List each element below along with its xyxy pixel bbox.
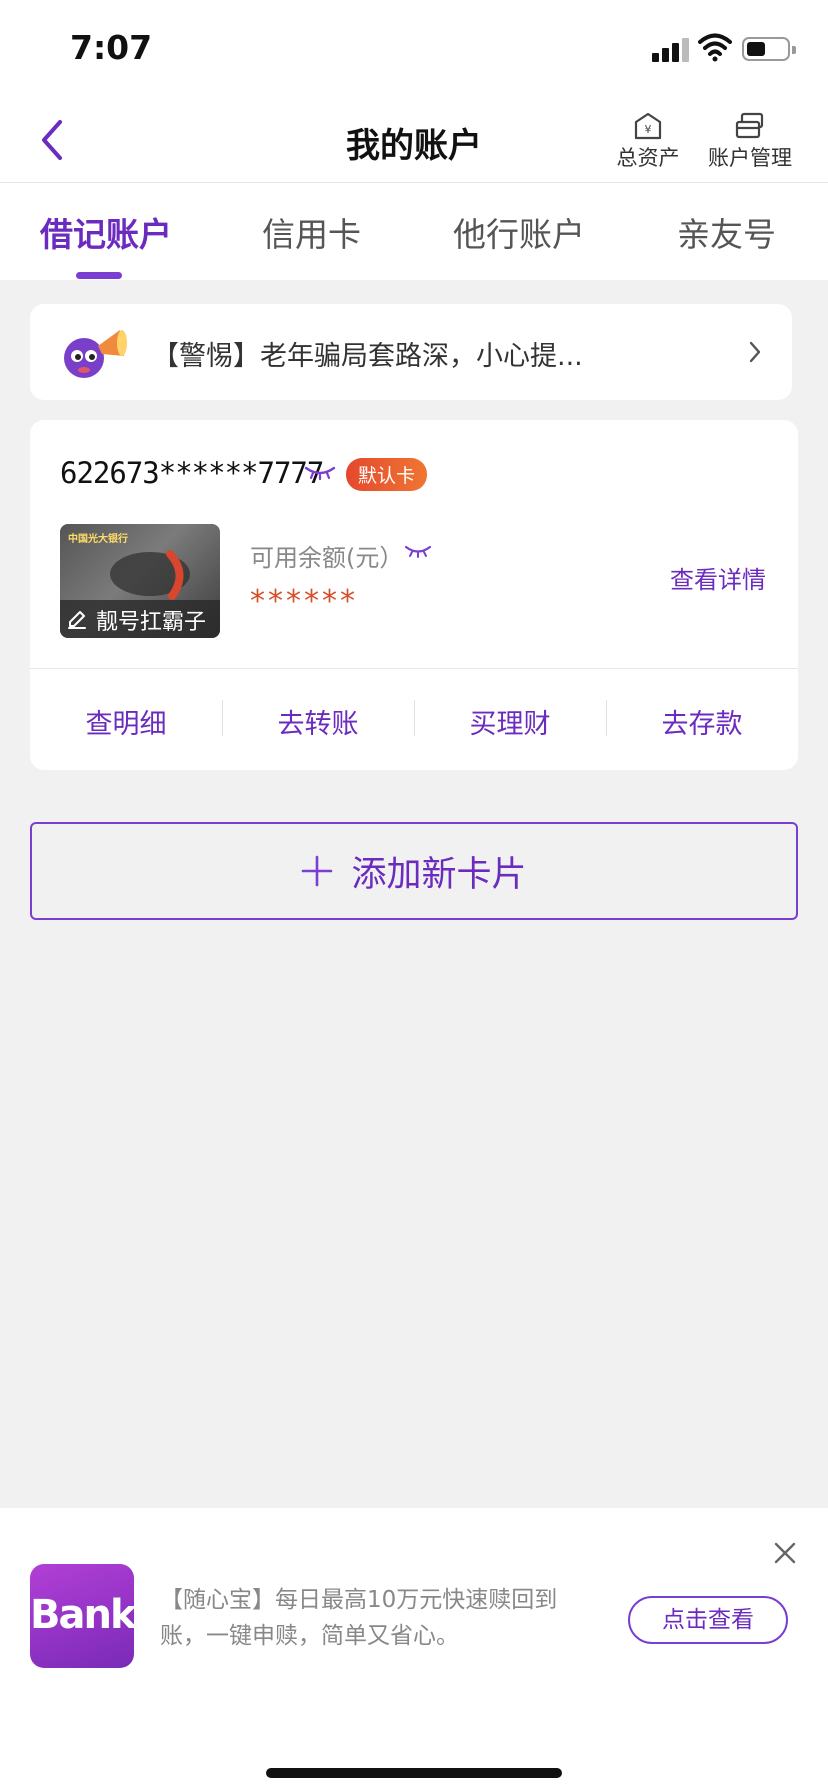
cellular-signal-icon (652, 36, 692, 62)
tab-credit-card[interactable]: 信用卡 (262, 208, 361, 256)
view-details-link[interactable]: 查看详情 (670, 560, 766, 595)
account-management-label: 账户管理 (708, 146, 792, 170)
view-promo-button[interactable]: 点击查看 (628, 1596, 788, 1644)
card-bank-name: 中国光大银行 (68, 534, 128, 545)
total-assets-button[interactable]: ¥ 总资产 (608, 112, 688, 172)
tab-family-account[interactable]: 亲友号 (677, 208, 776, 256)
view-statement-button[interactable]: 查明细 (30, 702, 222, 741)
add-new-card-label: 添加新卡片 (351, 854, 527, 895)
balance-value: ****** (250, 584, 358, 619)
eye-closed-icon[interactable] (304, 464, 336, 480)
transfer-button[interactable]: 去转账 (222, 702, 414, 741)
bank-logo-text: Bank (30, 1592, 137, 1638)
megaphone-mascot-icon (64, 330, 127, 378)
home-indicator[interactable] (266, 1768, 562, 1778)
battery-icon (742, 37, 796, 61)
chevron-right-icon (749, 341, 761, 363)
card-divider (30, 668, 798, 669)
bank-app-logo: Bank (30, 1564, 137, 1668)
default-card-badge: 默认卡 (346, 458, 428, 491)
status-time: 7:07 (70, 28, 153, 67)
fraud-warning-notice[interactable]: 【警惕】老年骗局套路深，小心提... (30, 304, 792, 400)
close-icon[interactable] (772, 1540, 798, 1566)
asset-house-yen-icon: ¥ (634, 112, 662, 140)
total-assets-label: 总资产 (616, 146, 680, 170)
card-stack-icon (735, 112, 764, 139)
account-number: 622673******7777 (60, 456, 324, 490)
wifi-icon (698, 33, 732, 62)
promo-text: 【随心宝】每日最高10万元快速赎回到账，一键申赎，简单又省心。 (160, 1587, 558, 1649)
tab-other-bank-account[interactable]: 他行账户 (453, 208, 585, 256)
account-management-button[interactable]: 账户管理 (700, 112, 800, 172)
add-new-card-button[interactable]: 添加新卡片 (30, 822, 798, 920)
tab-debit-account[interactable]: 借记账户 (40, 208, 172, 256)
svg-text:¥: ¥ (645, 123, 652, 136)
balance-label: 可用余额(元） (250, 544, 404, 572)
deposit-button[interactable]: 去存款 (606, 702, 798, 741)
nav-divider (0, 182, 828, 183)
notice-text: 【警惕】老年骗局套路深，小心提... (152, 341, 583, 372)
buy-wealth-product-button[interactable]: 买理财 (414, 702, 606, 741)
edit-pencil-icon[interactable] (66, 608, 88, 630)
eye-closed-icon[interactable] (404, 544, 432, 558)
promo-banner: Bank 【随心宝】每日最高10万元快速赎回到账，一键申赎，简单又省心。 点击查… (0, 1508, 828, 1792)
card-image[interactable]: 中国光大银行 靓号扛霸子 (60, 524, 220, 638)
plus-icon (302, 855, 333, 887)
account-card: 622673******7777 默认卡 中国光大银行 靓号扛霸子 可用余额(元… (30, 420, 798, 770)
card-artwork-icon (110, 550, 190, 600)
active-tab-indicator (76, 272, 122, 279)
